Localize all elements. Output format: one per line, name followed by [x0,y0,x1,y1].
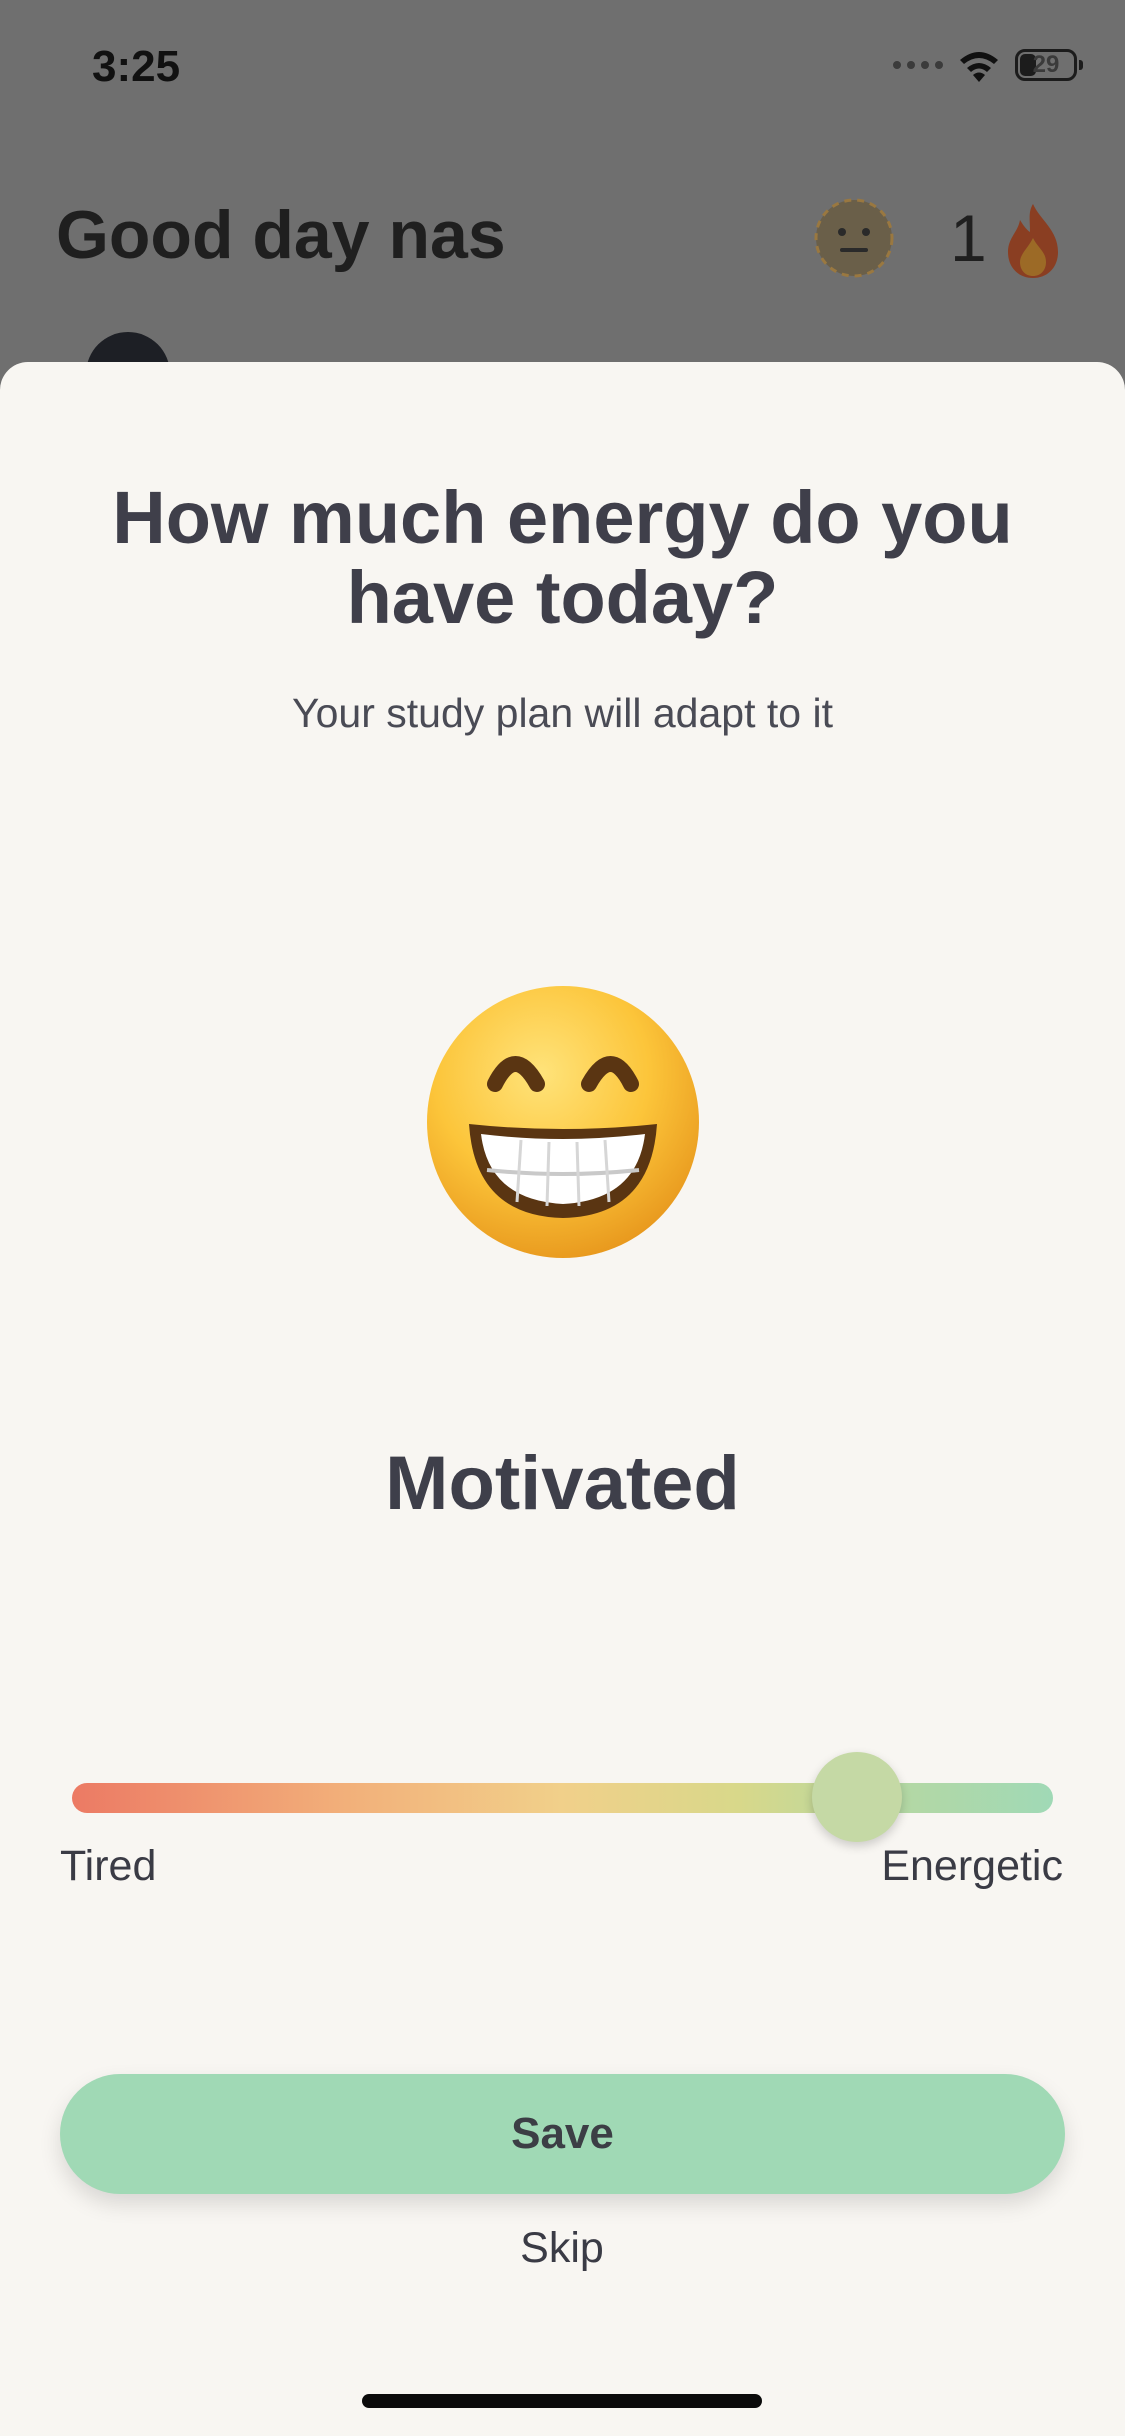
slider-min-label: Tired [60,1842,157,1890]
streak-count: 1 [950,201,987,275]
neutral-face-icon[interactable] [812,196,896,280]
sheet-title: How much energy do you have today? [112,476,1013,639]
sheet-subtitle: Your study plan will adapt to it [292,690,833,736]
slider-thumb[interactable] [811,1752,902,1842]
energy-check-sheet: How much energy do you have today? Your … [0,362,1125,2436]
grinning-face-icon [427,986,699,1258]
slider-track[interactable] [72,1783,1053,1813]
flame-icon [1008,204,1058,278]
home-indicator [362,2394,762,2408]
status-time: 3:25 [92,42,181,91]
battery-icon: 29 [1015,49,1083,81]
status-icons: 29 [893,48,1083,82]
mood-label: Motivated [385,1441,740,1526]
energy-slider[interactable] [72,1752,1053,1844]
wifi-icon [960,52,998,82]
status-bar: 3:25 29 [0,0,1125,140]
slider-max-label: Energetic [881,1842,1063,1890]
cellular-signal-icon [893,61,943,69]
battery-level: 29 [1032,51,1060,78]
save-button[interactable]: Save [60,2074,1065,2194]
greeting-title: Good day nas [56,197,506,273]
skip-button[interactable]: Skip [412,2224,712,2273]
